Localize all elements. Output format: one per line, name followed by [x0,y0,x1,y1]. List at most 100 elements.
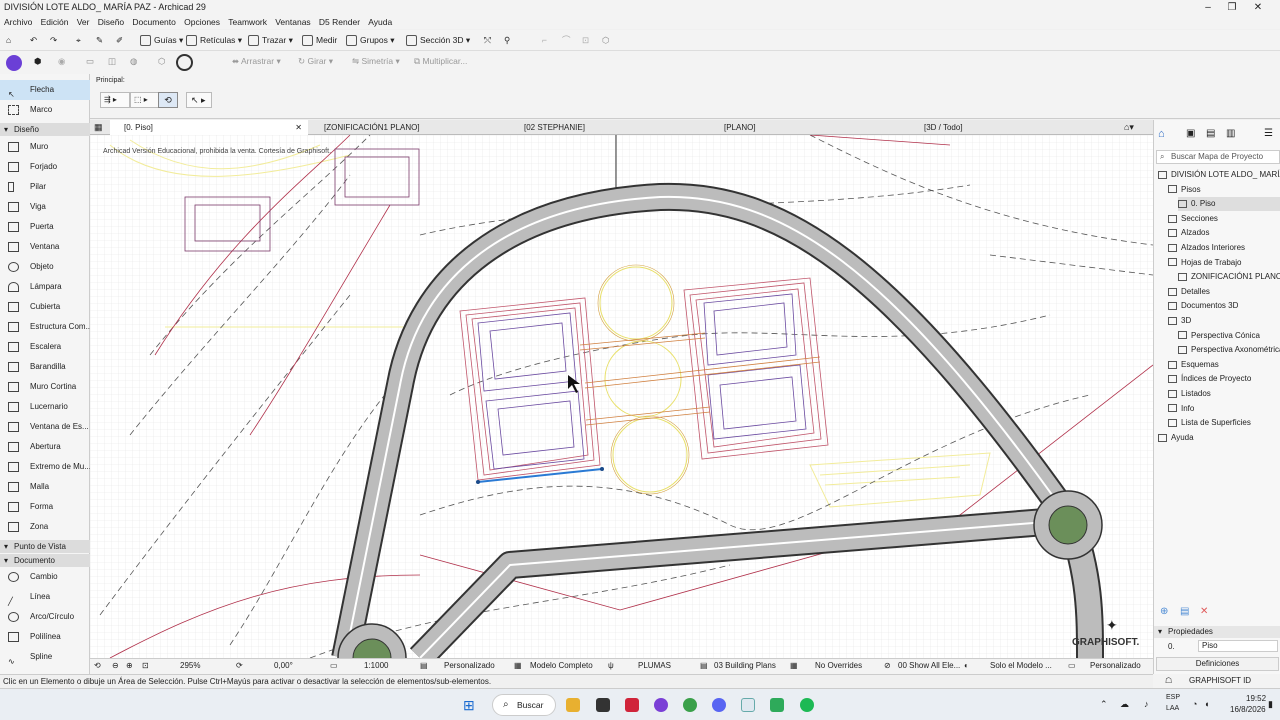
clone-view-icon[interactable]: ▤ [1180,606,1189,617]
structural-display[interactable]: Solo el Modelo ... [990,661,1052,670]
chrome-icon[interactable] [683,698,697,712]
explode-icon[interactable]: ⬡ [602,33,609,48]
tree-item[interactable]: Documentos 3D [1168,299,1280,313]
tool-ventana-esquina[interactable]: Ventana de Es... [0,417,90,437]
tab-02-stephanie[interactable]: [02 STEPHANIE] [510,120,708,135]
tool-pilar[interactable]: Pilar [0,177,90,197]
publisher-icon[interactable]: ▥ [1226,128,1235,139]
new-view-icon[interactable]: ⊕ [1160,606,1168,617]
tool-ventana[interactable]: Ventana [0,237,90,257]
girar-button[interactable]: ↻ Girar ▾ [298,54,333,69]
acrobat-icon[interactable] [625,698,639,712]
eyedropper-icon[interactable]: ✎ [96,33,103,48]
compass-icon[interactable]: ✦ [1106,617,1118,634]
marquee-dropdown[interactable]: ⬚ ▸ [130,92,160,108]
definiciones-button[interactable]: Definiciones [1156,657,1279,671]
sphere-icon[interactable]: ◉ [58,54,65,69]
tree-item[interactable]: 3D [1168,314,1280,328]
volume-icon[interactable]: ◖ [1204,699,1209,709]
network-icon[interactable]: ◔ [1192,699,1197,709]
property-value-field[interactable]: Piso [1198,640,1278,652]
section-documento[interactable]: Documento [0,554,90,567]
tab-menu-icon[interactable]: ⌂▾ [1124,122,1134,133]
zoom-value[interactable]: 295% [180,661,200,670]
split-icon[interactable]: ⤲ [484,33,491,48]
seccion3d-button[interactable]: Sección 3D ▾ [406,33,470,48]
tab-plano[interactable]: [PLANO] [710,120,908,135]
renovation-filter[interactable]: 00 Show All Ele... [898,661,960,670]
medir-button[interactable]: Medir [302,33,337,48]
language-layout[interactable]: LAA [1166,705,1179,712]
refresh-icon[interactable]: ⟲ [94,661,101,670]
grupos-button[interactable]: Grupos ▾ [346,33,395,48]
tool-extremo-muro[interactable]: Extremo de Mu... [0,457,90,477]
tool-estructura[interactable]: Estructura Com... [0,317,90,337]
spotify-icon[interactable] [800,698,814,712]
tool-viga[interactable]: Viga [0,197,90,217]
multiplicar-button[interactable]: ⧉ Multiplicar... [414,54,467,69]
tool-escalera[interactable]: Escalera [0,337,90,357]
floor-plan-canvas[interactable]: Archicad Versión Educacional, prohibida … [90,135,1153,658]
menu-ventanas[interactable]: Ventanas [275,15,310,29]
model-view-option[interactable]: Modelo Completo [530,661,593,670]
app-icon-purple[interactable] [654,698,668,712]
undo-icon[interactable]: ↶ [30,33,37,48]
tool-barandilla[interactable]: Barandilla [0,357,90,377]
trazar-button[interactable]: Trazar ▾ [248,33,293,48]
tree-item[interactable]: Pisos [1168,183,1280,197]
tool-forma[interactable]: Forma [0,497,90,517]
tree-item[interactable]: Alzados [1168,226,1280,240]
tree-item[interactable]: ZONIFICACIÓN1 PLANO ( [1178,270,1280,284]
menu-ver[interactable]: Ver [77,15,90,29]
cursor-option-dropdown[interactable]: ↖ ▸ [186,92,212,108]
menu-d5-render[interactable]: D5 Render [319,15,360,29]
tree-item[interactable]: Lista de Superficies [1168,416,1280,430]
taskbar-search[interactable]: ⌕ Buscar [492,694,556,716]
guias-button[interactable]: Guías ▾ [140,33,183,48]
project-map-search[interactable]: ⌕ Buscar Mapa de Proyecto [1156,150,1280,164]
selection-method-dropdown[interactable]: ⇶ ▸ [100,92,130,108]
tree-item[interactable]: Secciones [1168,212,1280,226]
windows-start-icon[interactable]: ⊞ [463,697,475,714]
minimize-icon[interactable]: – [1196,0,1220,15]
tab-3d-todo[interactable]: [3D / Todo] [910,120,1108,135]
tab-overview-icon[interactable]: ▦ [94,122,103,133]
menu-teamwork[interactable]: Teamwork [228,15,267,29]
tool-arco-circulo[interactable]: Arco/Círculo [0,607,90,627]
zoom-in-icon[interactable]: ⊕ [126,661,133,670]
tree-item[interactable]: Ayuda [1158,431,1280,445]
view-map-icon[interactable]: ▣ [1186,128,1195,139]
tool-linea[interactable]: ╱ Línea [0,587,90,607]
camera-icon[interactable]: ▭ [86,54,94,69]
tool-cambio[interactable]: Cambio [0,567,90,587]
tool-lucernario[interactable]: Lucernario [0,397,90,417]
tray-chevron-icon[interactable]: ⌃ [1100,699,1108,710]
profile-icon[interactable] [6,55,22,71]
tray-app-icon[interactable]: ☁ [1120,699,1129,710]
graphic-overrides[interactable]: No Overrides [815,661,862,670]
cube-icon[interactable]: ⬡ [158,54,165,69]
menu-ayuda[interactable]: Ayuda [368,15,392,29]
redo-icon[interactable]: ↷ [50,33,57,48]
tool-spline[interactable]: ∿ Spline [0,647,90,667]
menu-diseno[interactable]: Diseño [98,15,124,29]
clock-time[interactable]: 19:52 [1246,694,1266,703]
close-icon[interactable]: ✕ [1246,0,1270,15]
tree-item[interactable]: Alzados Interiores [1168,241,1280,255]
file-explorer-icon[interactable] [566,698,580,712]
archicad-icon[interactable] [741,698,755,712]
pick-icon[interactable]: ⌖ [76,33,81,48]
offset-icon[interactable]: ⊡ [582,33,589,48]
layer-combination[interactable]: Personalizado [444,661,495,670]
language-code[interactable]: ESP [1166,694,1180,701]
tab-close-icon[interactable]: ✕ [295,120,302,135]
menu-archivo[interactable]: Archivo [4,15,32,29]
angle-value[interactable]: 0,00° [274,661,293,670]
pen-set[interactable]: PLUMAS [638,661,671,670]
settings-gear-icon[interactable] [176,54,193,71]
rotate-view-icon[interactable]: ⟲ [158,92,178,108]
tool-flecha[interactable]: ↖ Flecha [0,80,90,100]
section-punto-de-vista[interactable]: Punto de Vista [0,540,90,553]
tool-muro-cortina[interactable]: Muro Cortina [0,377,90,397]
tool-polilinea[interactable]: Polilínea [0,627,90,647]
